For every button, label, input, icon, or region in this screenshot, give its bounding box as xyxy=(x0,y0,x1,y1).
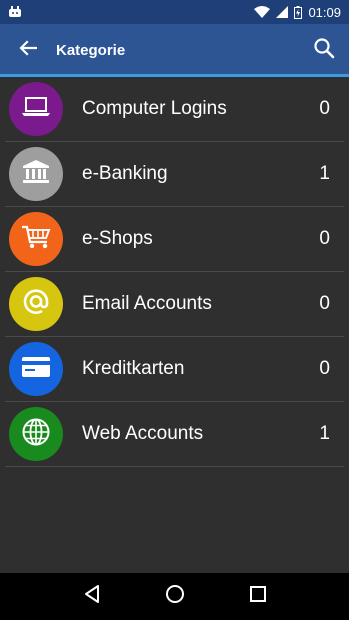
category-count: 0 xyxy=(319,98,330,119)
system-nav-bar xyxy=(0,573,349,620)
status-bar: 01:09 xyxy=(0,0,349,24)
category-icon-bg xyxy=(9,342,63,396)
category-icon-bg xyxy=(9,147,63,201)
category-icon-bg xyxy=(9,82,63,136)
category-count: 0 xyxy=(319,293,330,314)
category-list-container: Computer Logins 0 e-Banking 1 e-Shops 0 … xyxy=(0,77,349,573)
category-label: e-Shops xyxy=(82,228,153,249)
category-label: Computer Logins xyxy=(82,98,227,119)
nav-recents-button[interactable] xyxy=(238,577,278,617)
category-row-email-accounts[interactable]: Email Accounts 0 xyxy=(5,272,344,337)
category-icon-bg xyxy=(9,277,63,331)
battery-icon xyxy=(294,5,303,19)
wifi-icon xyxy=(254,6,271,18)
category-list: Computer Logins 0 e-Banking 1 e-Shops 0 … xyxy=(5,77,344,467)
category-row-web-accounts[interactable]: Web Accounts 1 xyxy=(5,402,344,467)
category-row-computer-logins[interactable]: Computer Logins 0 xyxy=(5,77,344,142)
nav-back-button[interactable] xyxy=(72,577,112,617)
square-recents-icon xyxy=(249,585,267,608)
category-count: 0 xyxy=(319,228,330,249)
category-row-e-banking[interactable]: e-Banking 1 xyxy=(5,142,344,207)
credit-card-icon xyxy=(21,356,51,383)
category-count: 0 xyxy=(319,358,330,379)
triangle-back-icon xyxy=(83,584,101,609)
arrow-back-icon xyxy=(19,39,38,61)
android-notification-icon xyxy=(8,6,22,18)
category-count: 1 xyxy=(319,163,330,184)
category-row-e-shops[interactable]: e-Shops 0 xyxy=(5,207,344,272)
category-label: e-Banking xyxy=(82,163,168,184)
bank-icon xyxy=(22,159,50,190)
globe-icon xyxy=(21,417,51,452)
search-button[interactable] xyxy=(299,24,349,76)
category-label: Email Accounts xyxy=(82,293,212,314)
category-icon-bg xyxy=(9,407,63,461)
category-row-kreditkarten[interactable]: Kreditkarten 0 xyxy=(5,337,344,402)
category-label: Kreditkarten xyxy=(82,358,185,379)
category-count: 1 xyxy=(319,423,330,444)
category-label: Web Accounts xyxy=(82,423,204,444)
email-at-icon xyxy=(21,287,51,322)
status-time: 01:09 xyxy=(308,4,341,20)
search-icon xyxy=(313,37,335,64)
nav-home-button[interactable] xyxy=(155,577,195,617)
app-bar: Kategorie xyxy=(0,24,349,76)
back-button[interactable] xyxy=(0,24,56,76)
category-icon-bg xyxy=(9,212,63,266)
circle-home-icon xyxy=(165,584,185,609)
page-title: Kategorie xyxy=(56,41,126,59)
laptop-icon xyxy=(21,96,51,123)
signal-icon xyxy=(276,6,289,18)
shopping-cart-icon xyxy=(21,224,51,255)
